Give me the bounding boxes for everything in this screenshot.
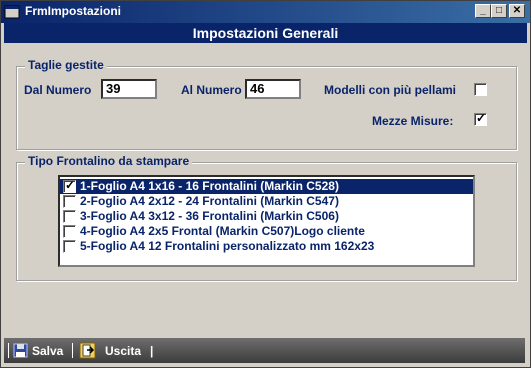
- list-item[interactable]: 1-Foglio A4 1x16 - 16 Frontalini (Markin…: [60, 178, 473, 194]
- toolbar-separator: |: [150, 344, 154, 358]
- toolbar-separator: [8, 343, 9, 358]
- save-icon[interactable]: [13, 343, 28, 358]
- item-checkbox[interactable]: [63, 225, 76, 238]
- list-item[interactable]: 5-Foglio A4 12 Frontalini personalizzato…: [60, 239, 473, 254]
- save-button[interactable]: Salva: [32, 342, 63, 360]
- list-item[interactable]: 4-Foglio A4 2x5 Frontal (Markin C507)Log…: [60, 224, 473, 239]
- mezze-misure-label: Mezze Misure:: [372, 114, 454, 128]
- al-numero-input[interactable]: 46: [245, 79, 301, 99]
- item-label: 1-Foglio A4 1x16 - 16 Frontalini (Markin…: [80, 179, 339, 193]
- close-button[interactable]: ✕: [509, 4, 525, 18]
- settings-window: FrmImpostazioni _ □ ✕ Impostazioni Gener…: [0, 0, 531, 368]
- item-checkbox[interactable]: [63, 195, 76, 208]
- item-checkbox[interactable]: [63, 210, 76, 223]
- item-label: 4-Foglio A4 2x5 Frontal (Markin C507)Log…: [80, 224, 365, 238]
- minimize-button[interactable]: _: [475, 4, 491, 18]
- list-item[interactable]: 3-Foglio A4 3x12 - 36 Frontalini (Markin…: [60, 209, 473, 224]
- bottom-toolbar: Salva Uscita |: [4, 338, 525, 363]
- item-checkbox[interactable]: [63, 178, 76, 193]
- al-numero-label: Al Numero: [181, 83, 242, 97]
- title-bar[interactable]: FrmImpostazioni _ □ ✕: [1, 1, 530, 23]
- exit-door-icon[interactable]: [79, 342, 96, 359]
- maximize-button[interactable]: □: [491, 4, 507, 18]
- dal-numero-input[interactable]: 39: [101, 79, 157, 99]
- frontalino-checklist[interactable]: 1-Foglio A4 1x16 - 16 Frontalini (Markin…: [58, 175, 475, 267]
- exit-button[interactable]: Uscita: [105, 342, 141, 360]
- frontalino-legend: Tipo Frontalino da stampare: [25, 154, 193, 168]
- mezze-misure-checkbox[interactable]: [474, 111, 487, 126]
- page-title: Impostazioni Generali: [4, 23, 527, 43]
- item-checkbox[interactable]: [63, 240, 76, 253]
- window-title: FrmImpostazioni: [25, 4, 122, 18]
- toolbar-separator: [72, 343, 73, 358]
- modelli-pellami-checkbox[interactable]: [474, 83, 487, 96]
- app-icon: [4, 5, 20, 19]
- item-label: 2-Foglio A4 2x12 - 24 Frontalini (Markin…: [80, 194, 339, 208]
- modelli-pellami-label: Modelli con più pellami: [324, 83, 457, 97]
- dal-numero-label: Dal Numero: [24, 83, 92, 97]
- list-item[interactable]: 2-Foglio A4 2x12 - 24 Frontalini (Markin…: [60, 194, 473, 209]
- item-label: 5-Foglio A4 12 Frontalini personalizzato…: [80, 239, 375, 253]
- item-label: 3-Foglio A4 3x12 - 36 Frontalini (Markin…: [80, 209, 339, 223]
- taglie-legend: Taglie gestite: [25, 58, 107, 72]
